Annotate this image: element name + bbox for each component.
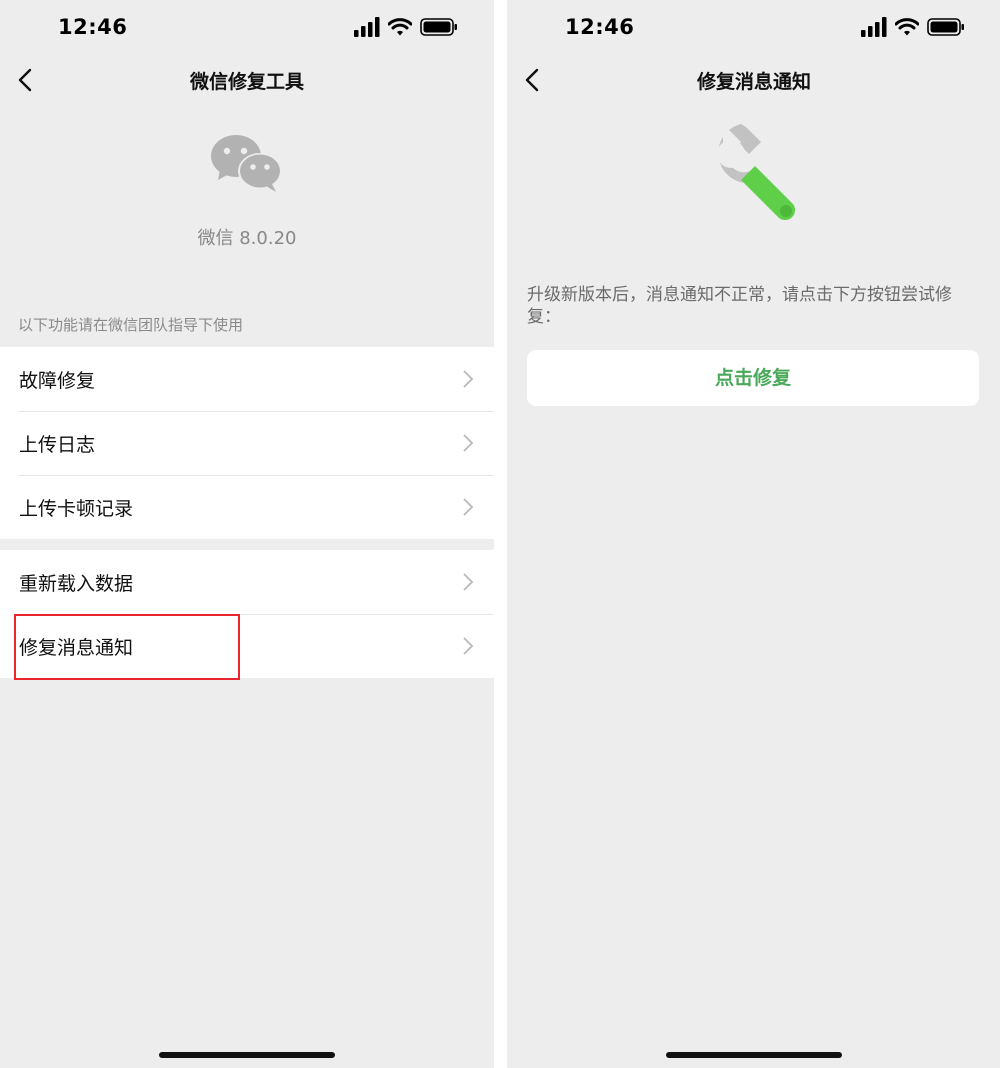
- app-version: 微信 8.0.20: [197, 228, 297, 249]
- menu-item-label: 修复消息通知: [19, 637, 134, 659]
- menu-item-fix-notifications[interactable]: 修复消息通知: [0, 614, 494, 678]
- status-time: 12:46: [58, 15, 128, 39]
- left-screen: 12:46 微信修复工具 微信 8.0.20 以下功能请在微信团队指导下使用 故…: [0, 0, 494, 1068]
- signal-icon: [354, 17, 380, 37]
- chevron-right-icon: [463, 573, 474, 591]
- menu-group: 重新载入数据 修复消息通知: [0, 550, 494, 678]
- home-indicator[interactable]: [159, 1052, 335, 1058]
- battery-icon: [420, 18, 457, 36]
- status-time: 12:46: [565, 15, 635, 39]
- repair-button[interactable]: 点击修复: [527, 350, 979, 406]
- nav-bar: 修复消息通知: [507, 56, 1000, 104]
- signal-icon: [861, 17, 887, 37]
- page-title: 修复消息通知: [696, 71, 811, 93]
- menu-item-reload-data[interactable]: 重新载入数据: [0, 550, 494, 614]
- wechat-logo-icon: [211, 135, 282, 192]
- section-hint: 以下功能请在微信团队指导下使用: [18, 316, 244, 334]
- wifi-icon: [388, 18, 412, 36]
- page-title: 微信修复工具: [189, 71, 304, 93]
- chevron-right-icon: [463, 637, 474, 655]
- menu-item-fault-repair[interactable]: 故障修复: [0, 347, 494, 411]
- nav-bar: 微信修复工具: [0, 56, 494, 104]
- status-bar: 12:46: [0, 0, 494, 56]
- menu-item-label: 故障修复: [19, 370, 96, 392]
- chevron-right-icon: [463, 498, 474, 516]
- menu-group: 故障修复 上传日志 上传卡顿记录: [0, 347, 494, 539]
- chevron-right-icon: [463, 370, 474, 388]
- status-icons: [354, 17, 458, 39]
- right-screen: 12:46 修复消息通知 升级新版本后，消息通知不正常，请点击下方按钮尝试修复：…: [507, 0, 1000, 1068]
- battery-icon: [927, 18, 964, 36]
- menu-item-label: 重新载入数据: [19, 573, 134, 595]
- status-icons: [861, 17, 965, 39]
- home-indicator[interactable]: [666, 1052, 842, 1058]
- wrench-icon: [717, 124, 795, 220]
- menu-item-label: 上传日志: [19, 434, 96, 456]
- menu-item-upload-log[interactable]: 上传日志: [0, 411, 494, 475]
- wifi-icon: [895, 18, 919, 36]
- chevron-right-icon: [463, 434, 474, 452]
- menu-item-label: 上传卡顿记录: [19, 498, 134, 520]
- repair-description: 升级新版本后，消息通知不正常，请点击下方按钮尝试修复：: [527, 285, 952, 327]
- menu-item-upload-lag-record[interactable]: 上传卡顿记录: [0, 475, 494, 539]
- status-bar: 12:46: [507, 0, 1000, 56]
